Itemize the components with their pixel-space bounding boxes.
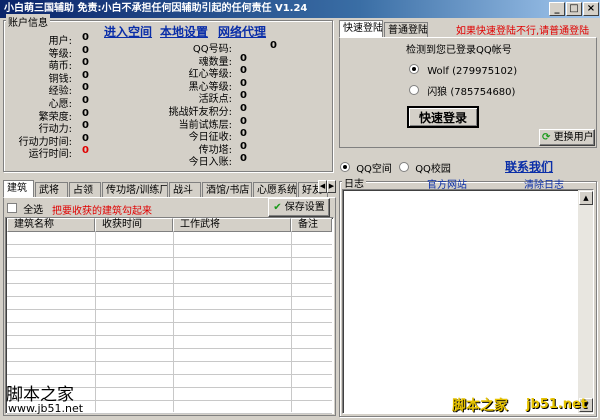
mode-qzone-label: QQ空间 xyxy=(356,164,392,175)
select-all-label: 全选 xyxy=(23,205,44,216)
stat-value: 0 xyxy=(82,69,89,81)
link-local-settings[interactable]: 本地设置 xyxy=(160,23,208,40)
link-network-proxy[interactable]: 网络代理 xyxy=(218,23,266,40)
table-row[interactable] xyxy=(7,349,332,362)
stat-value: 0 xyxy=(82,120,89,132)
switch-user-button[interactable]: ⟳ 更换用户 xyxy=(539,129,595,146)
stat-value: 0 xyxy=(240,153,247,165)
tab-scroll-left-icon[interactable]: ◀ xyxy=(318,180,327,193)
table-row[interactable] xyxy=(7,362,332,375)
stat-value: 0 xyxy=(240,90,247,102)
stat-value: 0 xyxy=(82,57,89,69)
close-button[interactable]: × xyxy=(583,2,599,16)
minimize-button[interactable]: _ xyxy=(549,2,565,16)
select-all-checkbox[interactable]: 全选 xyxy=(7,201,43,216)
tab-occupy[interactable]: 占领 xyxy=(69,182,101,198)
stat-value: 0 xyxy=(82,95,89,106)
table-row[interactable] xyxy=(7,323,332,336)
stat-value: 0 xyxy=(82,82,89,94)
tab-tavern-bookstore[interactable]: 酒馆/书店 xyxy=(202,182,252,198)
tab-battle[interactable]: 战斗 xyxy=(169,182,201,198)
stat-value: 0 xyxy=(82,32,89,43)
switch-user-label: 更换用户 xyxy=(553,132,594,143)
account-option-2-label: 闪狼 (785754680) xyxy=(427,87,516,98)
table-row[interactable] xyxy=(7,232,332,245)
account-info-label: 账户信息 xyxy=(6,14,50,29)
window-title: 小白萌三国辅助 免责:小白不承担任何因辅助引起的任何责任 V1.24 xyxy=(0,0,600,18)
checkbox-icon[interactable] xyxy=(7,203,17,213)
radio-icon[interactable] xyxy=(399,162,409,172)
stat-value: 0 xyxy=(240,140,247,152)
watermark-left-url: www.jb51.net xyxy=(8,402,84,415)
detect-text: 检测到您已登录QQ帐号 xyxy=(406,45,512,56)
stat-value: 0 xyxy=(240,128,247,140)
stat-value: 0 xyxy=(82,107,89,119)
stat-value: 0 xyxy=(240,103,247,114)
table-row[interactable] xyxy=(7,336,332,349)
table-row[interactable] xyxy=(7,271,332,284)
radio-icon[interactable] xyxy=(409,85,419,95)
account-option-2[interactable]: 闪狼 (785754680) xyxy=(409,83,515,98)
table-row[interactable] xyxy=(7,297,332,310)
col-header-harvest-time[interactable]: 收获时间 xyxy=(95,218,173,232)
column-divider xyxy=(173,232,174,412)
tab-building[interactable]: 建筑 xyxy=(3,180,34,198)
account-option-1-label: Wolf (279975102) xyxy=(427,66,518,77)
maximize-button[interactable]: □ xyxy=(566,2,582,16)
table-row[interactable] xyxy=(7,245,332,258)
stat-value: 0 xyxy=(240,65,247,77)
stat-value: 0 xyxy=(240,115,247,127)
stat-value: 0 xyxy=(240,52,247,64)
log-label: 日志 xyxy=(342,175,366,190)
col-header-building[interactable]: 建筑名称 xyxy=(7,218,95,232)
col-header-notes[interactable]: 备注 xyxy=(291,218,332,232)
building-tabstrip: 建筑 武将 占领 传功塔/训练厂 战斗 酒馆/书店 心愿系统 好友 xyxy=(3,179,336,198)
quick-login-button[interactable]: 快速登录 xyxy=(407,106,479,128)
tab-tower-training[interactable]: 传功塔/训练厂 xyxy=(102,182,168,198)
checkmark-icon: ✔ xyxy=(273,202,282,213)
table-row[interactable] xyxy=(7,284,332,297)
stat-value: 0 xyxy=(82,145,89,157)
contact-us-link[interactable]: 联系我们 xyxy=(505,158,553,175)
log-textarea[interactable] xyxy=(342,189,594,414)
save-settings-button[interactable]: ✔ 保存设置 xyxy=(268,198,330,217)
save-settings-label: 保存设置 xyxy=(284,202,325,213)
table-row[interactable] xyxy=(7,258,332,271)
tab-normal-login[interactable]: 普通登陆 xyxy=(384,22,428,38)
watermark-right-url: jb51.net xyxy=(526,397,588,412)
tab-quick-login[interactable]: 快速登陆 xyxy=(339,20,383,38)
watermark-right-title: 脚本之家 xyxy=(452,398,508,414)
table-row[interactable] xyxy=(7,310,332,323)
mode-qzone[interactable]: QQ空间 xyxy=(340,160,392,175)
col-header-worker[interactable]: 工作武将 xyxy=(173,218,291,232)
log-scrollbar[interactable] xyxy=(578,190,593,413)
radio-icon[interactable] xyxy=(409,64,419,74)
tab-wish-system[interactable]: 心愿系统 xyxy=(253,182,297,198)
account-option-1[interactable]: Wolf (279975102) xyxy=(409,64,517,77)
harvest-hint: 把要收获的建筑勾起来 xyxy=(52,206,152,217)
stat-label: 运行时间: xyxy=(28,149,72,161)
login-warning: 如果快速登陆不行,请普通登陆 xyxy=(456,26,590,37)
tab-scroll-right-icon[interactable]: ▶ xyxy=(327,180,336,193)
column-divider xyxy=(95,232,96,412)
scroll-up-icon[interactable]: ▲ xyxy=(579,191,593,205)
tab-generals[interactable]: 武将 xyxy=(35,182,68,198)
stat-value: 0 xyxy=(270,40,277,51)
column-divider xyxy=(291,232,292,412)
stat-label: 今日入账: xyxy=(188,157,232,169)
stat-value: 0 xyxy=(82,132,89,144)
radio-icon[interactable] xyxy=(340,162,350,172)
mode-qcampus-label: QQ校园 xyxy=(415,164,451,175)
link-enter-space[interactable]: 进入空间 xyxy=(104,23,152,40)
mode-qcampus[interactable]: QQ校园 xyxy=(399,160,451,175)
refresh-icon: ⟳ xyxy=(542,132,551,143)
stat-value: 0 xyxy=(82,44,89,56)
stat-value: 0 xyxy=(240,77,247,89)
